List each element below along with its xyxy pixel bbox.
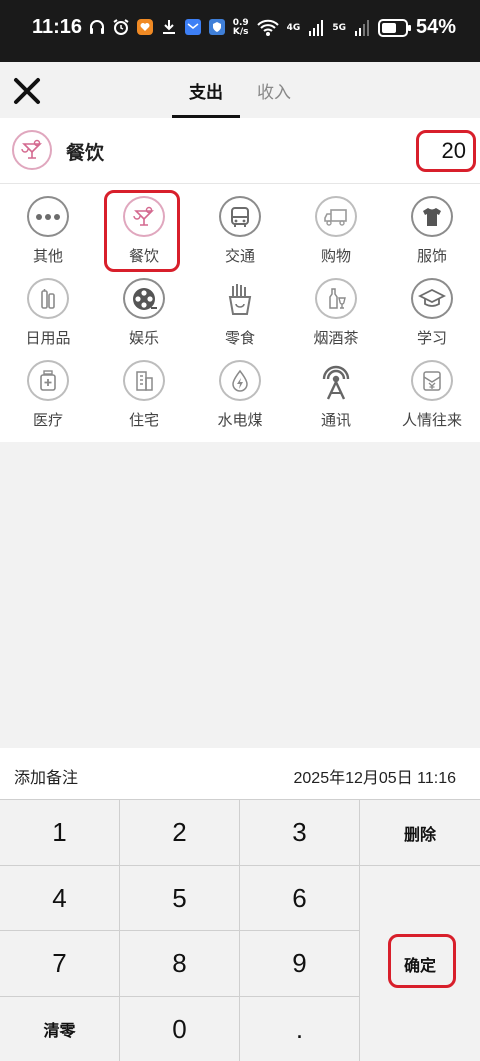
key-0[interactable]: 0: [120, 997, 240, 1061]
film-reel-icon: [123, 278, 165, 319]
bottle-glass-icon: [315, 278, 357, 319]
battery-icon: [377, 18, 411, 37]
key-2[interactable]: 2: [120, 800, 240, 866]
category-label: 日用品: [25, 329, 71, 347]
category-label: 交通: [224, 247, 255, 265]
category-label: 人情往来: [401, 411, 462, 429]
selected-category-name: 餐饮: [66, 142, 105, 164]
key-dot[interactable]: .: [240, 997, 360, 1061]
category-label: 学习: [416, 329, 447, 347]
add-note-button[interactable]: 添加备注: [14, 764, 78, 788]
toiletries-icon: [27, 278, 69, 319]
type-tabs: 支出 收入: [172, 62, 308, 118]
category-label: 娱乐: [128, 329, 159, 347]
wifi-icon: [256, 19, 279, 36]
bus-icon: [219, 196, 261, 237]
status-time: 11:16: [32, 16, 83, 38]
download-icon: [163, 20, 175, 34]
clear-button[interactable]: 清零: [0, 997, 120, 1061]
net-speed: 0.9 K/s: [232, 18, 249, 37]
category-shopping[interactable]: 购物: [288, 184, 384, 266]
category-label: 医疗: [32, 411, 63, 429]
key-5[interactable]: 5: [120, 866, 240, 931]
close-icon[interactable]: [12, 70, 42, 110]
key-8[interactable]: 8: [120, 931, 240, 997]
category-tobacco-alcohol-tea[interactable]: 烟酒茶: [288, 266, 384, 348]
selected-category-row: 餐饮: [0, 118, 480, 184]
category-entertainment[interactable]: 娱乐: [96, 266, 192, 348]
category-label: 其他: [32, 247, 63, 265]
header: 支出 收入: [0, 62, 480, 118]
category-label: 住宅: [128, 411, 159, 429]
fries-icon: [219, 278, 261, 319]
status-icons-right: 0.9 K/s 4G 5G 54%: [233, 16, 456, 39]
medicine-icon: [27, 360, 69, 401]
category-grid: 其他 餐饮 交通 购物 服饰 日用品 娱乐 零食 烟酒茶 学习 医疗 住宅 水电…: [0, 184, 480, 442]
battery-percent: 54%: [415, 16, 456, 38]
category-housing[interactable]: 住宅: [96, 348, 192, 430]
category-study[interactable]: 学习: [384, 266, 480, 348]
date-picker[interactable]: 2025年12月05日 11:16: [294, 764, 457, 788]
category-label: 购物: [320, 247, 351, 265]
category-label: 零食: [224, 329, 255, 347]
key-1[interactable]: 1: [0, 800, 120, 866]
tab-income[interactable]: 收入: [240, 62, 308, 118]
more-dots-icon: [27, 196, 69, 237]
category-medical[interactable]: 医疗: [0, 348, 96, 430]
status-bar: 11:16 0.9 K/s 4G 5G 54%: [0, 0, 480, 62]
app-mail-icon: [185, 19, 201, 35]
headphones-icon: [90, 20, 104, 34]
network-4g-label: 4G: [286, 22, 301, 33]
status-icons-left: [88, 18, 226, 36]
alarm-icon: [113, 19, 129, 35]
confirm-highlight-box: [388, 934, 456, 988]
keypad: 1 2 3 删除 4 5 6 7 8 9 确定 清零 0 .: [0, 800, 480, 1061]
note-row: 添加备注 2025年12月05日 11:16: [0, 748, 480, 800]
category-label: 烟酒茶: [313, 329, 359, 347]
key-9[interactable]: 9: [240, 931, 360, 997]
red-envelope-icon: [411, 360, 453, 401]
category-snacks[interactable]: 零食: [192, 266, 288, 348]
category-label: 水电煤: [217, 411, 263, 429]
category-clothing[interactable]: 服饰: [384, 184, 480, 266]
key-7[interactable]: 7: [0, 931, 120, 997]
dining-highlight-box: [104, 190, 180, 272]
signal-tower-icon: [315, 360, 357, 401]
app-heart-icon: [137, 19, 153, 35]
building-icon: [123, 360, 165, 401]
key-3[interactable]: 3: [240, 800, 360, 866]
category-gifts[interactable]: 人情往来: [384, 348, 480, 430]
network-5g-label: 5G: [332, 22, 346, 33]
amount-value: 20: [441, 138, 466, 163]
category-other[interactable]: 其他: [0, 184, 96, 266]
tab-expense[interactable]: 支出: [172, 62, 240, 118]
delete-button[interactable]: 删除: [360, 800, 480, 866]
selected-cocktail-icon: [12, 130, 52, 170]
category-transport[interactable]: 交通: [192, 184, 288, 266]
tshirt-icon: [411, 196, 453, 237]
category-utilities[interactable]: 水电煤: [192, 348, 288, 430]
category-label: 服饰: [416, 247, 447, 265]
net-speed-unit: K/s: [232, 26, 249, 37]
utilities-icon: [219, 360, 261, 401]
category-label: 通讯: [320, 411, 351, 429]
key-6[interactable]: 6: [240, 866, 360, 931]
graduation-cap-icon: [411, 278, 453, 319]
signal-4g-icon: [309, 19, 324, 36]
signal-5g-icon: [354, 19, 369, 36]
category-telecom[interactable]: 通讯: [288, 348, 384, 430]
app-shield-icon: [209, 19, 225, 35]
truck-icon: [315, 196, 357, 237]
key-4[interactable]: 4: [0, 866, 120, 931]
category-daily-goods[interactable]: 日用品: [0, 266, 96, 348]
